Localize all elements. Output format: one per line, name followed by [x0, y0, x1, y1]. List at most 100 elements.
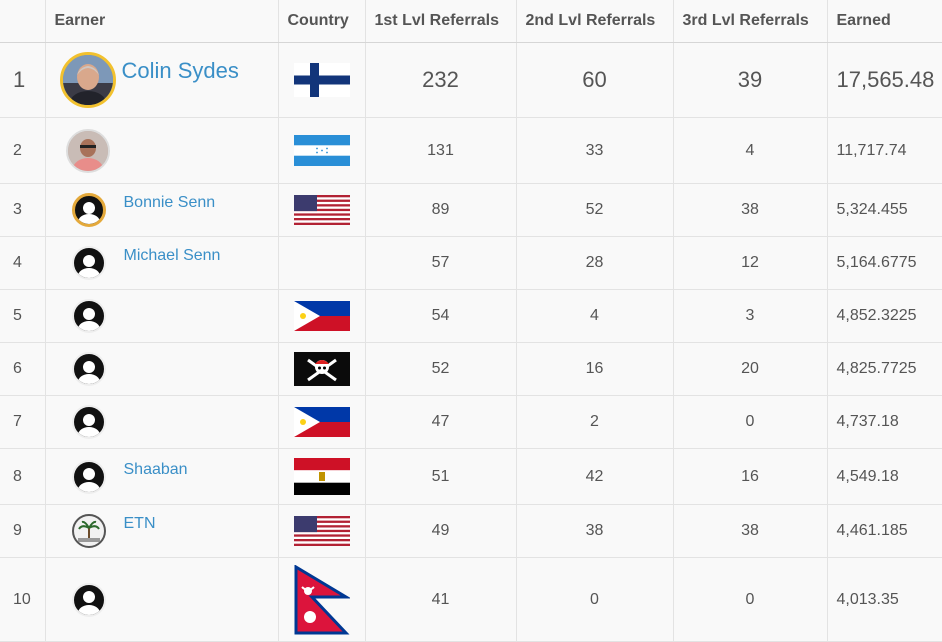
table-row: 8 Shaaban 51 42 16 4,549.18 — [0, 448, 942, 505]
lvl3-cell: 4 — [673, 117, 828, 184]
lvl1-cell: 57 — [365, 236, 517, 290]
earner-name-link[interactable]: Shaaban — [124, 461, 188, 479]
lvl1-cell: 47 — [365, 395, 517, 449]
earner-cell: Bonnie Senn — [45, 183, 279, 237]
lvl3-cell: 16 — [673, 448, 828, 505]
table-row: 10 41 0 0 4,013.35 — [0, 557, 942, 642]
earner-name-link[interactable]: Michael Senn — [124, 247, 221, 265]
lvl3-cell: 0 — [673, 557, 828, 642]
lvl1-cell: 41 — [365, 557, 517, 642]
finland-flag-icon — [293, 63, 350, 97]
user-avatar-icon[interactable] — [71, 582, 106, 617]
usa-flag-icon — [293, 516, 350, 546]
leaderboard-table: Earner Country 1st Lvl Referrals 2nd Lvl… — [0, 0, 942, 642]
user-avatar-icon[interactable] — [71, 459, 106, 494]
earner-name-link[interactable]: Bonnie Senn — [124, 194, 216, 212]
earned-cell: 4,852.3225 — [827, 289, 942, 343]
earner-header[interactable]: Earner — [45, 0, 279, 43]
rank-header — [0, 0, 46, 43]
rank-cell: 3 — [0, 183, 46, 237]
lvl1-cell: 54 — [365, 289, 517, 343]
table-row: 1 Colin Sydes 232 60 39 17,565.48 — [0, 42, 942, 118]
user-avatar-icon[interactable] — [71, 299, 106, 333]
lvl1-cell: 49 — [365, 504, 517, 558]
country-cell — [278, 289, 366, 343]
earned-cell: 4,825.7725 — [827, 342, 942, 396]
earned-cell: 4,737.18 — [827, 395, 942, 449]
rank-cell: 4 — [0, 236, 46, 290]
lvl1-cell: 52 — [365, 342, 517, 396]
lvl1-cell: 232 — [365, 42, 517, 118]
lvl3-cell: 3 — [673, 289, 828, 343]
country-cell — [278, 183, 366, 237]
lvl2-cell: 4 — [516, 289, 674, 343]
earned-cell: 4,461.185 — [827, 504, 942, 558]
lvl2-cell: 33 — [516, 117, 674, 184]
lvl2-cell: 0 — [516, 557, 674, 642]
rank-cell: 5 — [0, 289, 46, 343]
earned-cell: 4,013.35 — [827, 557, 942, 642]
earner-cell: Colin Sydes — [45, 42, 279, 118]
lvl3-cell: 38 — [673, 183, 828, 237]
country-cell — [278, 236, 366, 290]
lvl1-cell: 131 — [365, 117, 517, 184]
earner-cell — [45, 557, 279, 642]
nepal-flag-icon — [294, 564, 350, 634]
palm-tree-avatar-icon[interactable] — [71, 514, 106, 548]
earned-cell: 4,549.18 — [827, 448, 942, 505]
lvl3-header[interactable]: 3rd Lvl Referrals — [673, 0, 828, 43]
rank-cell: 7 — [0, 395, 46, 449]
country-cell — [278, 395, 366, 449]
lvl1-cell: 89 — [365, 183, 517, 237]
earner-cell — [45, 117, 279, 184]
earned-header[interactable]: Earned — [827, 0, 942, 43]
lvl2-cell: 60 — [516, 42, 674, 118]
rank-cell: 6 — [0, 342, 46, 396]
earner-name-link[interactable]: ETN — [124, 515, 156, 533]
earned-cell: 17,565.48 — [827, 42, 942, 118]
rank-cell: 10 — [0, 557, 46, 642]
earner-name-link[interactable]: Colin Sydes — [122, 58, 239, 84]
user-avatar-icon[interactable] — [71, 405, 106, 439]
lvl1-header[interactable]: 1st Lvl Referrals — [365, 0, 517, 43]
table-header-row: Earner Country 1st Lvl Referrals 2nd Lvl… — [0, 0, 942, 43]
user-avatar-icon[interactable] — [71, 246, 106, 280]
user-avatar-icon[interactable] — [71, 352, 106, 386]
earner-cell — [45, 395, 279, 449]
rank-cell: 1 — [0, 42, 46, 118]
lvl2-cell: 16 — [516, 342, 674, 396]
user-photo-avatar[interactable] — [65, 128, 110, 173]
table-row: 6 52 16 20 4,825.7725 — [0, 342, 942, 396]
earner-cell: ETN — [45, 504, 279, 558]
table-row: 3 Bonnie Senn 89 52 38 5,324.455 — [0, 183, 942, 237]
lvl1-cell: 51 — [365, 448, 517, 505]
user-avatar-icon[interactable] — [71, 193, 106, 227]
table-row: 7 47 2 0 4,737.18 — [0, 395, 942, 449]
lvl2-header[interactable]: 2nd Lvl Referrals — [516, 0, 674, 43]
earned-cell: 5,164.6775 — [827, 236, 942, 290]
lvl3-cell: 20 — [673, 342, 828, 396]
country-cell — [278, 42, 366, 118]
country-cell — [278, 557, 366, 642]
table-row: 9 ETN 49 38 38 4,461.185 — [0, 504, 942, 558]
philippines-flag-icon — [293, 407, 350, 437]
earner-cell — [45, 342, 279, 396]
rank-cell: 8 — [0, 448, 46, 505]
lvl3-cell: 0 — [673, 395, 828, 449]
user-photo-avatar[interactable] — [59, 52, 116, 108]
lvl2-cell: 2 — [516, 395, 674, 449]
country-header[interactable]: Country — [278, 0, 366, 43]
country-cell — [278, 504, 366, 558]
rank-cell: 9 — [0, 504, 46, 558]
table-row: 5 54 4 3 4,852.3225 — [0, 289, 942, 343]
earner-cell — [45, 289, 279, 343]
rank-cell: 2 — [0, 117, 46, 184]
table-row: 4 Michael Senn 57 28 12 5,164.6775 — [0, 236, 942, 290]
table-row: 2 131 33 4 11,717.74 — [0, 117, 942, 184]
usa-flag-icon — [293, 195, 350, 225]
egypt-flag-icon — [293, 458, 350, 495]
earner-cell: Shaaban — [45, 448, 279, 505]
pirate-flag-icon — [293, 352, 350, 386]
honduras-flag-icon — [293, 135, 350, 166]
lvl2-cell: 38 — [516, 504, 674, 558]
